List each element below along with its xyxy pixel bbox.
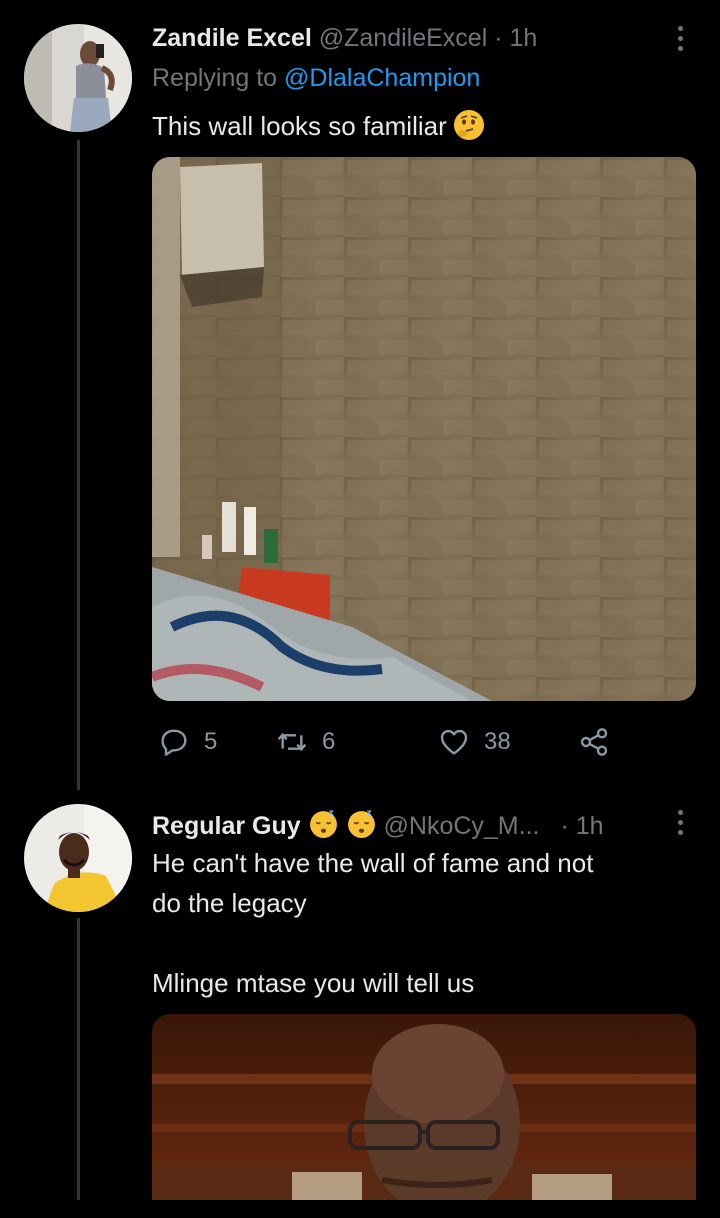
retweet-icon — [277, 732, 307, 752]
tweet-text-content: This wall looks so familiar — [152, 111, 447, 141]
retweet-button[interactable]: 6 — [276, 724, 335, 760]
separator: · — [494, 24, 503, 52]
tweet-text: This wall looks so familiar — [152, 106, 484, 146]
replying-to: Replying to @DlalaChampion — [152, 64, 480, 93]
handle[interactable]: @NkoCy_M... — [384, 812, 540, 840]
avatar[interactable] — [24, 804, 132, 912]
separator: · — [560, 812, 569, 840]
replying-to-label: Replying to — [152, 64, 278, 92]
tweet-actions: 5 6 38 — [152, 724, 632, 760]
tweet-header: Zandile Excel @ZandileExcel · 1h — [152, 24, 537, 53]
heart-icon — [440, 729, 468, 755]
reply-icon — [161, 729, 187, 756]
tweet-image[interactable] — [152, 1014, 696, 1200]
avatar[interactable] — [24, 24, 132, 132]
sleeping-face-icon: z — [347, 807, 375, 838]
tweet-text: He can't have the wall of fame and not d… — [152, 843, 593, 1003]
handle[interactable]: @ZandileExcel — [319, 24, 488, 52]
more-options-icon[interactable] — [678, 26, 684, 56]
tweet-header: Regular Guy z z @NkoCy_M... · 1h — [152, 807, 604, 841]
tweet-text-line: Mlinge mtase you will tell us — [152, 968, 475, 998]
display-name[interactable]: Zandile Excel — [152, 24, 312, 52]
more-options-icon[interactable] — [678, 810, 684, 840]
timestamp[interactable]: 1h — [576, 812, 604, 840]
like-count: 38 — [484, 728, 511, 755]
share-button[interactable] — [578, 724, 610, 760]
reply-button[interactable]: 5 — [158, 724, 217, 760]
thinking-face-icon — [453, 110, 484, 140]
reply-count: 5 — [204, 728, 218, 755]
replying-to-link[interactable]: @DlalaChampion — [284, 64, 480, 92]
thread-line — [77, 918, 80, 1200]
svg-text:z: z — [328, 808, 333, 817]
tweet-text-line: do the legacy — [152, 888, 307, 918]
tweet-text-line: He can't have the wall of fame and not — [152, 848, 594, 878]
tweet-image[interactable] — [152, 157, 696, 701]
sleeping-face-icon: z — [309, 807, 337, 838]
thread-line — [77, 140, 80, 790]
timestamp[interactable]: 1h — [510, 24, 538, 52]
display-name[interactable]: Regular Guy — [152, 812, 301, 840]
like-button[interactable]: 38 — [438, 724, 511, 760]
svg-text:z: z — [366, 808, 371, 817]
share-icon — [580, 728, 608, 756]
retweet-count: 6 — [322, 728, 336, 755]
